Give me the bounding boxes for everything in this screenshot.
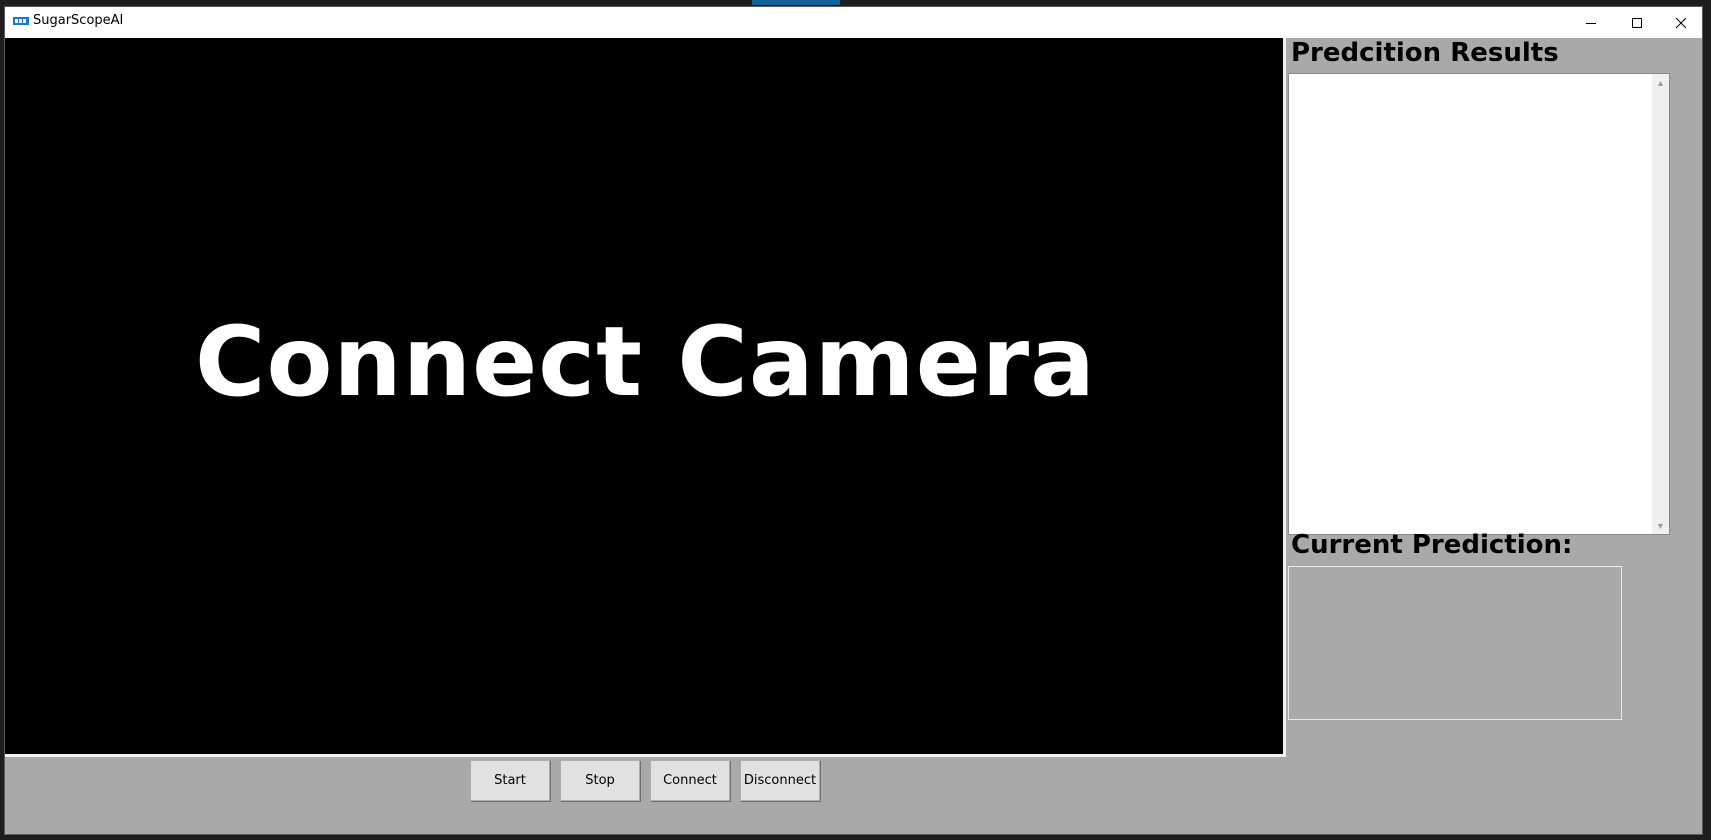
results-heading: Predcition Results [1291, 38, 1559, 68]
camera-feed-panel: Connect Camera [5, 38, 1286, 757]
minimize-icon [1586, 22, 1596, 24]
window-title: SugarScopeAI [33, 13, 124, 28]
app-window: SugarScopeAI Connect Camera Predcition R… [4, 6, 1703, 835]
camera-placeholder-text: Connect Camera [195, 306, 1096, 418]
current-prediction-display [1288, 566, 1622, 720]
app-logo-icon [13, 17, 29, 25]
disconnect-button[interactable]: Disconnect [740, 760, 820, 801]
results-scrollbar[interactable]: ▲ ▼ [1652, 74, 1669, 534]
maximize-icon [1632, 17, 1642, 28]
maximize-button[interactable] [1614, 7, 1660, 38]
prediction-results-list[interactable]: ▲ ▼ [1288, 73, 1670, 535]
minimize-button[interactable] [1568, 7, 1614, 38]
close-button[interactable] [1658, 7, 1704, 38]
title-bar[interactable]: SugarScopeAI [5, 7, 1702, 38]
current-prediction-heading: Current Prediction: [1291, 530, 1573, 560]
start-button[interactable]: Start [470, 760, 550, 801]
stop-button[interactable]: Stop [560, 760, 640, 801]
scroll-up-icon[interactable]: ▲ [1652, 74, 1669, 91]
background-tab-highlight [752, 0, 840, 5]
close-icon [1675, 17, 1687, 28]
scroll-down-icon[interactable]: ▼ [1652, 517, 1669, 534]
connect-button[interactable]: Connect [650, 760, 730, 801]
